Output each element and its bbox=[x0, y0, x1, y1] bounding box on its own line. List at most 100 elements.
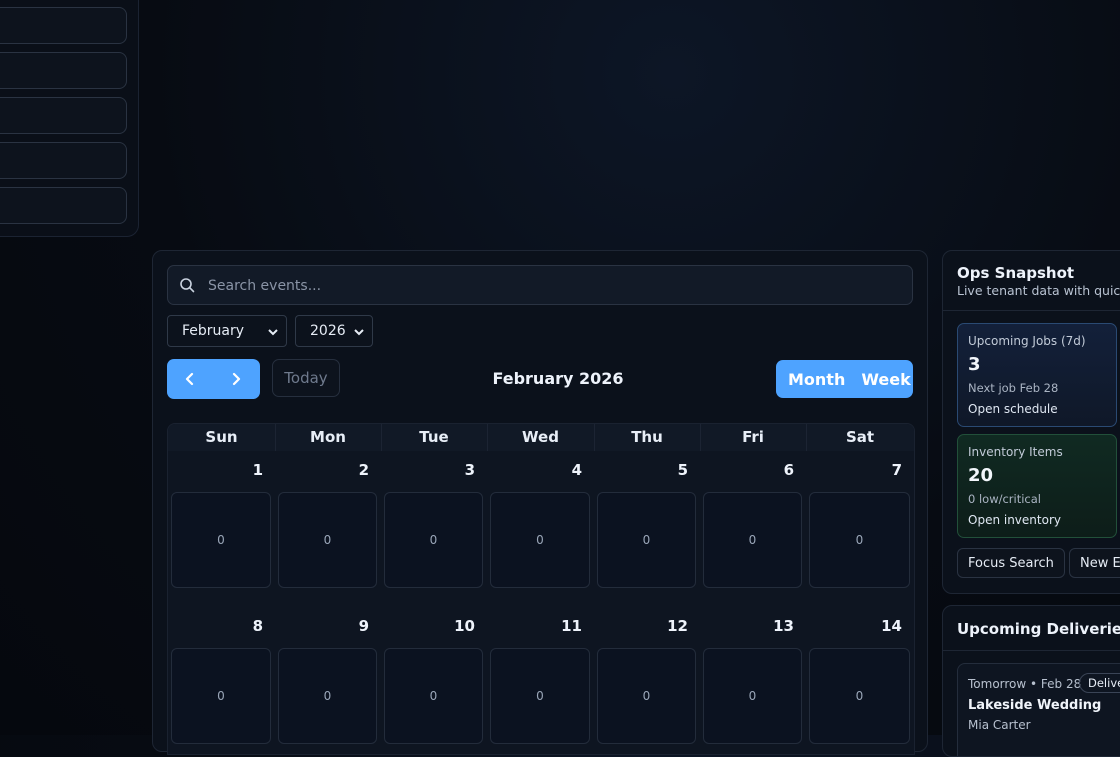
calendar-day-cell[interactable]: 10 bbox=[168, 451, 276, 608]
delivery-client: Mia Carter bbox=[968, 718, 1031, 732]
delivery-date: Tomorrow • Feb 28 bbox=[968, 677, 1082, 691]
calendar-day-cell[interactable]: 60 bbox=[700, 451, 807, 608]
prev-month-button[interactable] bbox=[167, 359, 213, 399]
weekday-header-cell: Mon bbox=[275, 424, 382, 451]
day-number: 9 bbox=[358, 617, 369, 635]
day-event-count[interactable]: 0 bbox=[809, 648, 910, 744]
day-number: 10 bbox=[454, 617, 475, 635]
calendar-card: February 2026 Today February 2026 Month … bbox=[152, 250, 928, 755]
calendar-day-cell[interactable]: 80 bbox=[168, 607, 276, 754]
weekday-header-cell: Sat bbox=[806, 424, 914, 451]
ops-subtitle: Live tenant data with quick bbox=[957, 283, 1120, 298]
week-view-button[interactable]: Week bbox=[861, 370, 910, 389]
stat-value: 3 bbox=[968, 354, 981, 375]
day-number: 14 bbox=[881, 617, 902, 635]
month-nav bbox=[167, 359, 260, 399]
calendar-day-cell[interactable]: 40 bbox=[487, 451, 595, 608]
day-event-count[interactable]: 0 bbox=[384, 492, 483, 588]
day-number: 4 bbox=[571, 461, 582, 479]
calendar-day-cell[interactable]: 13 0 bbox=[700, 607, 807, 754]
filter-row[interactable] bbox=[0, 187, 127, 224]
divider bbox=[943, 650, 1120, 651]
day-number: 12 bbox=[667, 617, 688, 635]
calendar-day-cell[interactable]: 50 bbox=[594, 451, 701, 608]
day-event-count[interactable]: 0 bbox=[490, 492, 590, 588]
inventory-items-stat: Inventory Items 20 0 low/critical Open i… bbox=[957, 434, 1117, 538]
focus-search-button[interactable]: Focus Search bbox=[957, 548, 1065, 578]
stat-label: Inventory Items bbox=[968, 445, 1063, 459]
day-event-count[interactable]: 0 bbox=[809, 492, 910, 588]
calendar-day-cell[interactable]: 11 0 bbox=[487, 607, 595, 754]
weekday-header-cell: Thu bbox=[594, 424, 701, 451]
ops-title: Ops Snapshot bbox=[957, 264, 1075, 282]
month-view-button[interactable]: Month bbox=[788, 370, 845, 389]
year-select-value: 2026 bbox=[310, 323, 346, 339]
day-number: 13 bbox=[773, 617, 794, 635]
day-event-count[interactable]: 0 bbox=[597, 492, 696, 588]
new-event-button[interactable]: New Ev bbox=[1069, 548, 1120, 578]
search-box[interactable] bbox=[167, 265, 913, 306]
day-number: 8 bbox=[252, 617, 263, 635]
chevron-right-icon bbox=[232, 372, 241, 386]
month-select[interactable]: February bbox=[167, 315, 287, 347]
today-button[interactable]: Today bbox=[272, 359, 340, 397]
year-select[interactable]: 2026 bbox=[295, 315, 373, 347]
day-number: 5 bbox=[677, 461, 688, 479]
calendar-day-cell[interactable]: 12 0 bbox=[594, 607, 701, 754]
filter-row[interactable] bbox=[0, 97, 127, 134]
search-icon bbox=[180, 278, 195, 293]
day-event-count[interactable]: 0 bbox=[703, 492, 802, 588]
day-number: 11 bbox=[561, 617, 582, 635]
calendar-day-cell[interactable]: 90 bbox=[275, 607, 382, 754]
top-left-panel bbox=[0, 0, 139, 237]
stat-meta: Next job Feb 28 bbox=[968, 381, 1059, 395]
chevron-left-icon bbox=[185, 372, 194, 386]
stat-label: Upcoming Jobs (7d) bbox=[968, 334, 1086, 348]
chevron-down-icon bbox=[268, 329, 278, 336]
filter-row[interactable] bbox=[0, 7, 127, 44]
day-number: 7 bbox=[891, 461, 902, 479]
day-event-count[interactable]: 0 bbox=[171, 648, 271, 744]
upcoming-deliveries-card: Upcoming Deliveries & Tomorrow • Feb 28 … bbox=[942, 605, 1120, 757]
day-number: 6 bbox=[783, 461, 794, 479]
calendar-day-cell[interactable]: 70 bbox=[806, 451, 914, 608]
day-event-count[interactable]: 0 bbox=[703, 648, 802, 744]
delivery-event-name: Lakeside Wedding bbox=[968, 698, 1102, 713]
view-toggle: Month Week bbox=[776, 360, 913, 398]
stat-meta: 0 low/critical bbox=[968, 492, 1041, 506]
weekday-header-cell: Wed bbox=[487, 424, 595, 451]
chevron-down-icon bbox=[354, 329, 364, 336]
day-number: 1 bbox=[252, 461, 263, 479]
open-schedule-link[interactable]: Open schedule bbox=[968, 402, 1106, 416]
delivery-item[interactable]: Tomorrow • Feb 28 Delive Lakeside Weddin… bbox=[957, 663, 1120, 756]
day-event-count[interactable]: 0 bbox=[490, 648, 590, 744]
calendar-title: February 2026 bbox=[492, 369, 624, 388]
calendar-day-cell[interactable]: 10 0 bbox=[381, 607, 488, 754]
weekday-header-cell: Sun bbox=[168, 424, 276, 451]
calendar-day-cell[interactable]: 14 0 bbox=[806, 607, 914, 754]
day-number: 2 bbox=[358, 461, 369, 479]
next-month-button[interactable] bbox=[213, 359, 259, 399]
calendar-grid: Sun Mon Tue Wed Thu Fri Sat 102030405060708090… bbox=[167, 423, 915, 755]
month-select-value: February bbox=[182, 323, 245, 339]
upcoming-jobs-stat: Upcoming Jobs (7d) 3 Next job Feb 28 Ope… bbox=[957, 323, 1117, 427]
day-event-count[interactable]: 0 bbox=[278, 648, 377, 744]
day-event-count[interactable]: 0 bbox=[171, 492, 271, 588]
calendar-day-cell[interactable]: 20 bbox=[275, 451, 382, 608]
ops-snapshot-card: Ops Snapshot Live tenant data with quick… bbox=[942, 250, 1120, 594]
filter-row[interactable] bbox=[0, 52, 127, 89]
divider bbox=[943, 310, 1120, 311]
day-event-count[interactable]: 0 bbox=[278, 492, 377, 588]
calendar-day-cell[interactable]: 30 bbox=[381, 451, 488, 608]
day-number: 3 bbox=[464, 461, 475, 479]
deliveries-title: Upcoming Deliveries & bbox=[957, 620, 1120, 638]
search-input[interactable] bbox=[206, 266, 900, 306]
weekday-header-cell: Fri bbox=[700, 424, 807, 451]
weekday-header: Sun Mon Tue Wed Thu Fri Sat bbox=[168, 424, 914, 452]
delivery-badge: Delive bbox=[1079, 673, 1120, 693]
day-event-count[interactable]: 0 bbox=[597, 648, 696, 744]
stat-value: 20 bbox=[968, 465, 994, 486]
open-inventory-link[interactable]: Open inventory bbox=[968, 513, 1106, 527]
day-event-count[interactable]: 0 bbox=[384, 648, 483, 744]
filter-row[interactable] bbox=[0, 142, 127, 179]
